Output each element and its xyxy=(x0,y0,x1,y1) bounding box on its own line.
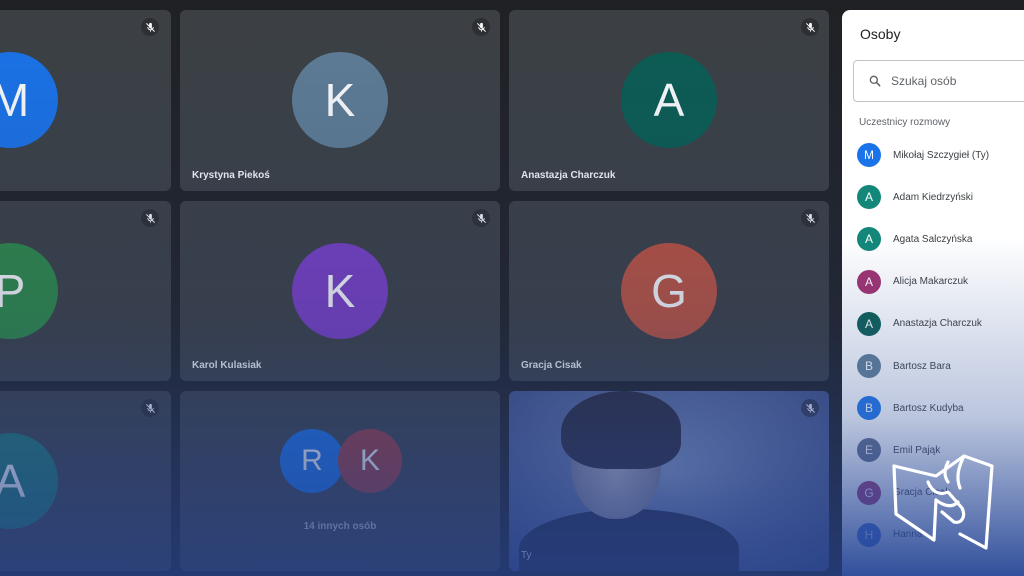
participant-item[interactable]: B Bartosz Kudyba xyxy=(842,387,1024,429)
participant-item[interactable]: A Anastazja Charczuk xyxy=(842,303,1024,345)
search-icon xyxy=(869,75,881,87)
participant-name: Adam Kiedrzyński xyxy=(893,191,974,203)
avatar: M xyxy=(857,143,881,168)
participant-tile-anastazja[interactable]: A Anastazja Charczuk xyxy=(509,10,829,191)
mic-off-icon xyxy=(472,209,490,227)
participant-item[interactable]: A Adam Kiedrzyński xyxy=(842,176,1024,218)
section-label: Uczestnicy rozmowy xyxy=(859,117,951,128)
participant-name: Agata Salczyńska xyxy=(893,233,973,245)
self-video-tile[interactable]: Ty xyxy=(509,391,829,571)
participant-name: Bartosz Kudyba xyxy=(893,402,964,414)
avatar-k: K xyxy=(338,429,402,493)
panel-title: Osoby xyxy=(860,26,901,42)
participant-tile-p[interactable]: P xyxy=(0,201,171,381)
hand-logo-icon xyxy=(892,454,994,550)
participant-tile-a2[interactable]: A xyxy=(0,391,171,571)
avatar: K xyxy=(292,243,388,339)
avatar: B xyxy=(857,396,881,421)
participant-tile-gracja[interactable]: G Gracja Cisak xyxy=(509,201,829,381)
mic-off-icon xyxy=(801,18,819,36)
participant-tile-krystyna[interactable]: K Krystyna Piekoś xyxy=(180,10,500,191)
mic-off-icon xyxy=(141,18,159,36)
participant-name: Karol Kulasiak xyxy=(192,360,262,371)
participant-name: Alicja Makarczuk xyxy=(893,276,969,288)
person-body xyxy=(519,509,739,571)
mic-off-icon xyxy=(472,18,490,36)
avatar: P xyxy=(0,243,58,339)
search-input[interactable] xyxy=(891,74,1011,88)
self-video xyxy=(509,391,829,571)
avatar: G xyxy=(621,243,717,339)
avatar: H xyxy=(857,522,881,547)
others-count-label: 14 innych osób xyxy=(303,521,377,532)
mic-off-icon xyxy=(801,209,819,227)
participant-tile-m[interactable]: M xyxy=(0,10,171,191)
avatar: A xyxy=(621,52,717,148)
search-box[interactable] xyxy=(853,60,1024,102)
participant-name: Bartosz Bara xyxy=(893,360,951,372)
participant-name: Mikołaj Szczygieł (Ty) xyxy=(893,149,990,161)
mic-off-icon xyxy=(801,399,819,417)
video-grid: M K Krystyna Piekoś A Anastazja Charczuk… xyxy=(0,0,842,576)
participant-tile-karol[interactable]: K Karol Kulasiak xyxy=(180,201,500,381)
participant-item[interactable]: M Mikołaj Szczygieł (Ty) xyxy=(842,134,1024,176)
others-tile[interactable]: R K 14 innych osób xyxy=(180,391,500,571)
participant-name: Anastazja Charczuk xyxy=(521,170,616,181)
participant-name: Gracja Cisak xyxy=(521,360,582,371)
avatar-r: R xyxy=(280,429,344,493)
mic-off-icon xyxy=(141,209,159,227)
participant-item[interactable]: A Agata Salczyńska xyxy=(842,218,1024,260)
avatar: A xyxy=(857,269,881,294)
avatar: A xyxy=(857,185,881,210)
avatar: E xyxy=(857,438,881,463)
participant-name: Ty xyxy=(521,550,532,561)
avatar: K xyxy=(292,52,388,148)
avatar: A xyxy=(0,433,58,529)
person-hair xyxy=(561,391,681,469)
avatar: M xyxy=(0,52,58,148)
participant-item[interactable]: B Bartosz Bara xyxy=(842,345,1024,387)
avatar: G xyxy=(857,480,881,505)
participant-item[interactable]: A Alicja Makarczuk xyxy=(842,261,1024,303)
avatar: A xyxy=(857,227,881,252)
participant-name: Krystyna Piekoś xyxy=(192,170,270,181)
participant-name: Anastazja Charczuk xyxy=(893,318,982,330)
avatar: A xyxy=(857,311,881,336)
avatar: B xyxy=(857,354,881,379)
mic-off-icon xyxy=(141,399,159,417)
